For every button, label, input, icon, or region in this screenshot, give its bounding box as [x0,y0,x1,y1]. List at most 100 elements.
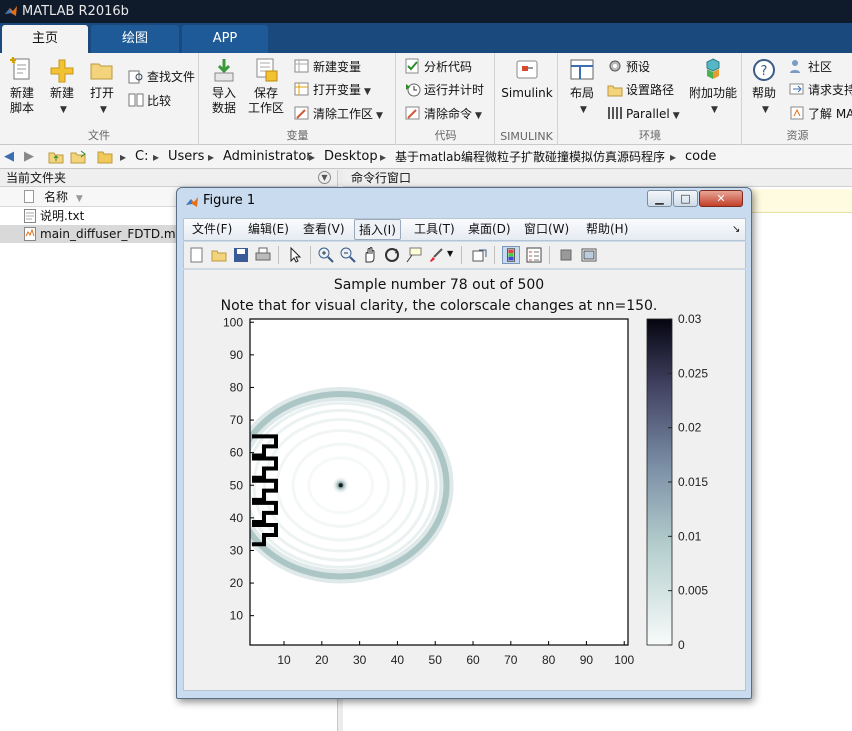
import-data-button[interactable]: 导入 数据 [206,57,242,116]
ribbon-group-resources: ? 帮助 ▼ 社区 请求支持 了解 MA 资源 [743,53,852,145]
menu-edit[interactable]: 编辑(E) [248,219,289,240]
back-arrow-icon[interactable]: ◀ [4,145,14,169]
show-plot-tools-icon[interactable] [580,246,598,264]
set-path-button[interactable]: 设置路径 [607,80,674,100]
colorbar-tick-label: 0.01 [678,529,702,543]
new-button[interactable]: 新建 ▼ [44,57,80,118]
analyze-code-button[interactable]: 分析代码 [405,57,472,77]
panel-menu-icon[interactable]: ▼ [318,171,331,184]
open-file-icon[interactable] [210,246,228,264]
zoom-in-icon[interactable] [317,246,335,264]
learn-matlab-button[interactable]: 了解 MA [789,104,852,124]
ribbon-group-file: 新建 脚本 新建 ▼ 打开 ▼ 查找文件 比较 文件 [0,53,199,145]
browse-folder-icon[interactable] [70,149,88,165]
group-label-file: 文件 [88,129,110,142]
clear-commands-button[interactable]: 清除命令 ▼ [405,104,482,124]
colorbar-icon[interactable] [502,246,520,264]
clear-workspace-icon [294,106,309,120]
ribbon-group-code: 分析代码 运行并计时 清除命令 ▼ 代码 [397,53,495,145]
crumb-separator: ▸ [208,150,215,164]
group-label-simulink: SIMULINK [500,130,553,143]
menu-tools[interactable]: 工具(T) [414,219,455,240]
close-button[interactable]: ✕ [699,190,743,207]
request-support-icon [789,83,804,95]
print-figure-icon[interactable] [254,246,272,264]
maximize-button[interactable]: □ [673,190,698,207]
new-script-button[interactable]: 新建 脚本 [4,57,40,116]
link-plot-icon[interactable] [471,246,489,264]
compare-button[interactable]: 比较 [128,91,171,111]
community-button[interactable]: 社区 [789,57,832,77]
hide-plot-tools-icon[interactable] [557,246,575,264]
menu-help[interactable]: 帮助(H) [586,219,628,240]
x-tick-label: 100 [614,653,634,667]
crumb-users[interactable]: Users [168,145,204,169]
request-support-button[interactable]: 请求支持 [789,80,852,100]
plot-area[interactable]: 10 20 30 40 50 60 70 80 90 100 10 20 30 40 50 60 70 80 90 1… [184,270,747,691]
crumb-code[interactable]: code [685,145,716,169]
menu-view[interactable]: 查看(V) [303,219,345,240]
menu-file[interactable]: 文件(F) [192,219,232,240]
figure-canvas[interactable]: Sample number 78 out of 500 Note that fo… [183,270,746,691]
run-and-time-button[interactable]: 运行并计时 [405,80,484,100]
menu-dock-arrow-icon[interactable]: ↘ [732,219,740,240]
new-figure-icon[interactable] [188,246,206,264]
new-variable-button[interactable]: 新建变量 [294,57,361,77]
find-files-button[interactable]: 查找文件 [128,67,195,87]
crumb-administrator[interactable]: Administrator [223,145,312,169]
preferences-button[interactable]: 预设 [607,57,650,77]
find-files-icon [128,70,143,84]
tab-apps[interactable]: APP [182,25,268,53]
simulink-button[interactable]: Simulink [500,57,554,101]
heatmap-background [250,319,628,645]
brush-icon[interactable] [427,246,445,264]
legend-icon[interactable] [525,246,543,264]
brush-dropdown-arrow-icon[interactable]: ▼ [447,249,453,258]
crumb-project-folder[interactable]: 基于matlab编程微粒子扩散碰撞模拟仿真源码程序 [395,145,665,169]
app-title-bar: MATLAB R2016b [0,0,852,23]
pan-hand-icon[interactable] [361,246,379,264]
text-file-icon [24,209,36,223]
save-workspace-button[interactable]: 保存 工作区 [246,57,286,116]
forward-arrow-icon[interactable]: ▶ [24,145,34,169]
y-tick-label: 30 [230,543,244,557]
matlab-logo-icon [5,6,17,16]
zoom-out-icon[interactable] [339,246,357,264]
save-figure-icon[interactable] [232,246,250,264]
group-label-environment: 环境 [639,129,661,142]
figure-window[interactable]: Figure 1 ▁ □ ✕ 文件(F) 编辑(E) 查看(V) 插入(I) 工… [176,187,752,699]
sort-arrow-icon: ▼ [75,194,83,204]
addons-button[interactable]: 附加功能 ▼ [687,57,739,118]
colorbar-tick-label: 0.02 [678,421,702,435]
layout-button[interactable]: 布局 ▼ [565,57,599,118]
crumb-drive[interactable]: C: [135,145,148,169]
open-variable-button[interactable]: 打开变量 ▼ [294,80,371,100]
x-tick-label: 90 [580,653,594,667]
colorbar-tick-label: 0.03 [678,312,702,326]
data-cursor-icon[interactable] [405,246,423,264]
menu-window[interactable]: 窗口(W) [524,219,569,240]
clear-workspace-button[interactable]: 清除工作区 ▼ [294,104,383,124]
save-workspace-icon [256,58,278,82]
name-column-header[interactable]: 名称 [44,190,68,204]
parallel-icon [608,107,622,119]
pointer-arrow-icon[interactable] [286,246,304,264]
minimize-button[interactable]: ▁ [647,190,672,207]
x-tick-label: 30 [353,653,367,667]
help-button[interactable]: ? 帮助 ▼ [747,57,781,118]
crumb-desktop[interactable]: Desktop [324,145,378,169]
rotate-3d-icon[interactable] [383,246,401,264]
open-button[interactable]: 打开 ▼ [84,57,120,118]
colorbar-tick-label: 0 [678,638,685,652]
menu-desktop[interactable]: 桌面(D) [468,219,511,240]
import-data-icon [214,59,234,82]
tab-plots[interactable]: 绘图 [91,25,179,53]
y-tick-label: 50 [230,478,244,492]
menu-insert[interactable]: 插入(I) [354,219,401,240]
tab-home[interactable]: 主页 [2,25,88,53]
figure-title: Figure 1 [203,193,256,208]
group-label-resources: 资源 [786,129,809,142]
parallel-button[interactable]: Parallel ▼ [607,104,680,124]
up-folder-icon[interactable] [48,149,64,165]
plus-icon [50,59,74,83]
